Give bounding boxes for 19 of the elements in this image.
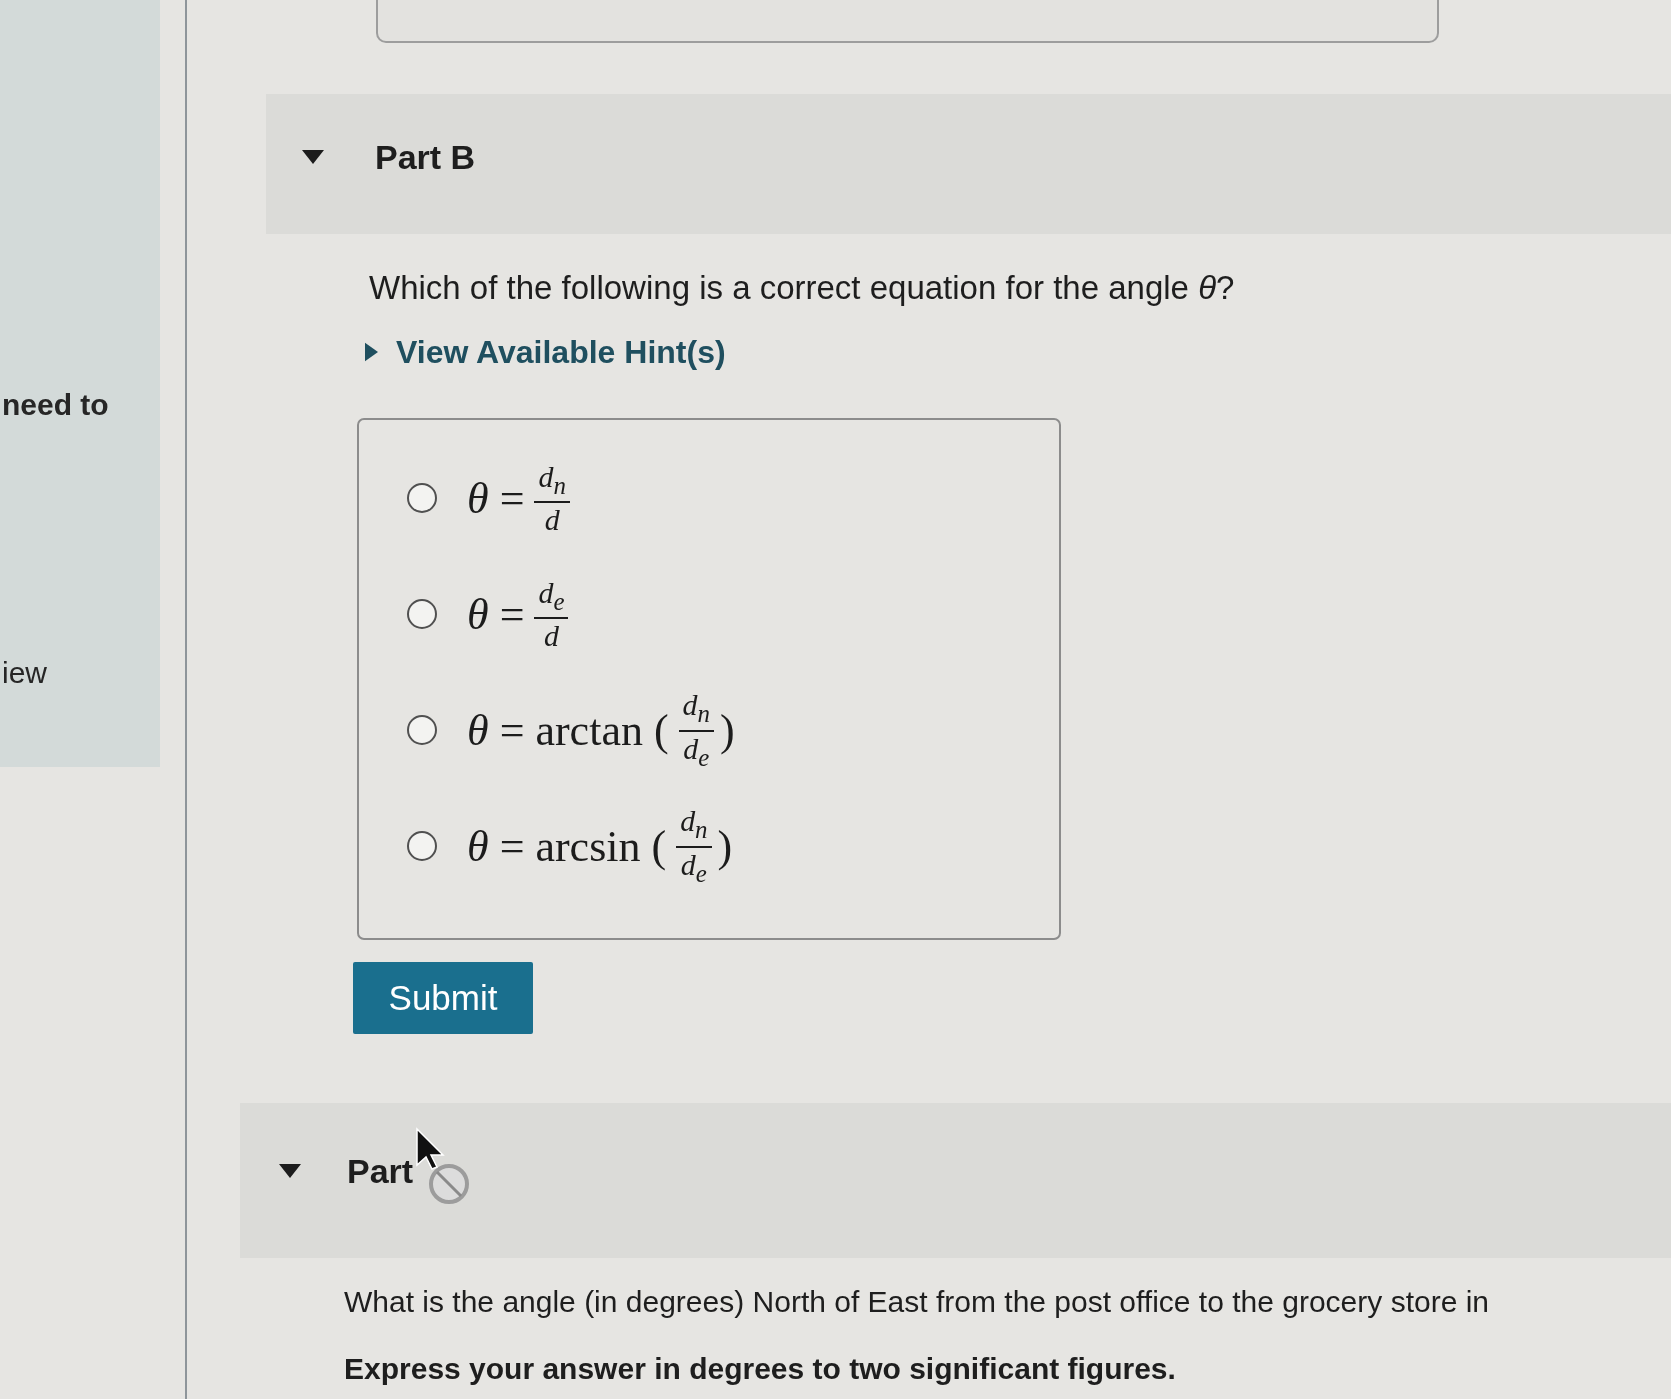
sidebar-text: iew <box>1 656 47 690</box>
radio-button[interactable] <box>407 483 437 513</box>
caret-icon[interactable] <box>365 342 378 362</box>
radio-button[interactable] <box>407 599 437 629</box>
submit-button[interactable]: Submit <box>353 962 533 1034</box>
instruction-text: Express your answer in degrees to two significant figures. <box>344 1351 1176 1387</box>
hints-link[interactable]: View Available Hint(s) <box>365 332 726 372</box>
question-text: What is the angle (in degrees) North of East from the post office to the grocery store in <box>344 1284 1489 1320</box>
radio-button[interactable] <box>407 715 437 745</box>
cursor-icon <box>415 1126 472 1207</box>
part-header[interactable]: Part <box>240 1103 1671 1258</box>
radio-button[interactable] <box>407 831 437 861</box>
caret-icon[interactable] <box>279 1163 301 1178</box>
part-title: Part <box>347 1150 414 1191</box>
question-text: Which of the following is a correct equation for the angle θ? <box>369 268 1235 308</box>
part-title: Part B <box>375 137 476 177</box>
sidebar-text: need to <box>1 388 109 422</box>
part-header[interactable]: Part B <box>266 94 1671 234</box>
caret-icon[interactable] <box>302 150 324 164</box>
